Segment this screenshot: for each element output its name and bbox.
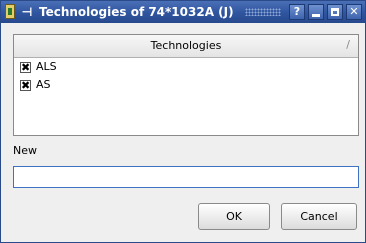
list-item-label: AS <box>36 78 51 91</box>
sort-indicator-icon: / <box>346 38 350 51</box>
dialog-window: ⊣ Technologies of 74*1032A (J) ? ✕ Techn… <box>0 0 366 243</box>
help-button[interactable]: ? <box>289 4 305 20</box>
window-title: Technologies of 74*1032A (J) <box>39 5 234 19</box>
maximize-button[interactable] <box>327 4 343 20</box>
pin-icon[interactable]: ⊣ <box>18 4 36 20</box>
cancel-button[interactable]: Cancel <box>281 203 357 230</box>
maximize-icon <box>331 8 339 16</box>
title-bar[interactable]: ⊣ Technologies of 74*1032A (J) ? ✕ <box>1 1 365 23</box>
column-header-technologies: Technologies <box>150 39 222 52</box>
title-grip <box>245 8 281 16</box>
new-field-label: New <box>13 144 37 157</box>
close-button[interactable]: ✕ <box>346 4 362 20</box>
list-header[interactable]: Technologies / <box>14 35 358 58</box>
checkbox-checked-icon[interactable]: ✖ <box>20 80 31 91</box>
new-technology-input[interactable] <box>13 166 359 188</box>
ok-button[interactable]: OK <box>198 203 270 230</box>
list-item-label: ALS <box>36 60 57 73</box>
app-icon[interactable] <box>5 4 15 19</box>
technologies-list[interactable]: Technologies / ✖ ALS ✖ AS <box>13 34 359 136</box>
minimize-icon <box>312 14 320 17</box>
checkbox-checked-icon[interactable]: ✖ <box>20 62 31 73</box>
minimize-button[interactable] <box>308 4 324 20</box>
